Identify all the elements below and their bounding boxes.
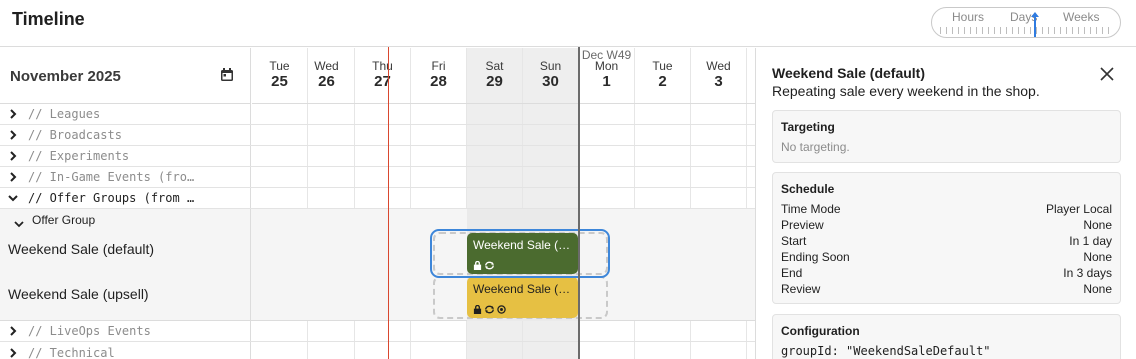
day-name: Tue	[652, 59, 673, 73]
details-panel: Weekend Sale (default) Repeating sale ev…	[755, 48, 1136, 359]
day-number: 30	[542, 73, 559, 90]
group-label: // Broadcasts	[0, 125, 251, 145]
target-icon	[497, 305, 506, 314]
details-description: Repeating sale every weekend in the shop…	[772, 83, 1040, 99]
schedule-label: Time Mode	[781, 202, 841, 216]
month-label: November 2025	[10, 68, 121, 85]
chevron-right-icon[interactable]	[8, 151, 18, 161]
schedule-label: Start	[781, 234, 807, 248]
offer-group-title: Offer Group	[32, 213, 96, 227]
schedule-value: None	[1083, 218, 1112, 232]
schedule-label: End	[781, 266, 803, 280]
chevron-right-icon[interactable]	[8, 109, 18, 119]
chevron-down-icon[interactable]	[14, 219, 24, 229]
group-label: // Leagues	[0, 104, 251, 124]
item-label-upsell[interactable]: Weekend Sale (upsell)	[8, 286, 149, 302]
offer-block-title: Weekend Sale (…	[473, 282, 571, 296]
targeting-empty-text: No targeting.	[781, 140, 850, 154]
zoom-slider[interactable]: Hours Days Weeks	[931, 7, 1121, 38]
repeat-icon	[485, 305, 494, 314]
group-title: // Experiments	[28, 149, 130, 163]
zoom-option-hours[interactable]: Hours	[952, 10, 984, 24]
group-title: // Offer Groups (from …	[28, 191, 195, 205]
day-number: 3	[714, 73, 723, 90]
day-number: 28	[430, 73, 447, 90]
week-boundary-line	[578, 47, 580, 359]
day-name: Sun	[539, 59, 562, 73]
offer-group-labels: Offer Group Weekend Sale (default) Weeke…	[0, 209, 251, 320]
schedule-label: Review	[781, 282, 821, 296]
day-name: Sat	[485, 59, 504, 73]
day-name: Wed	[706, 59, 731, 73]
group-title: // Broadcasts	[28, 128, 122, 142]
day-name: Thu	[372, 59, 393, 73]
group-title: // LiveOps Events	[28, 324, 151, 338]
zoom-option-weeks[interactable]: Weeks	[1063, 10, 1099, 24]
offer-group-section: Offer Group Weekend Sale (default) Weeke…	[0, 209, 755, 321]
group-title: // In-Game Events (fro…	[28, 170, 195, 184]
schedule-value: None	[1083, 282, 1112, 296]
day-number: 2	[658, 73, 667, 90]
group-label: // In-Game Events (fro…	[0, 167, 251, 187]
group-row-leagues[interactable]: // Leagues	[0, 104, 755, 125]
group-row-experiments[interactable]: // Experiments	[0, 146, 755, 167]
group-row-offer-groups[interactable]: // Offer Groups (from …	[0, 188, 755, 209]
chevron-right-icon[interactable]	[8, 347, 18, 358]
card-title: Configuration	[781, 324, 860, 338]
zoom-handle[interactable]	[1031, 12, 1039, 37]
schedule-value: None	[1083, 250, 1112, 264]
group-row-broadcasts[interactable]: // Broadcasts	[0, 125, 755, 146]
selection-outline	[430, 229, 610, 278]
day-number: 1	[602, 73, 611, 90]
config-line: groupId: "WeekendSaleDefault"	[781, 344, 991, 358]
calendar-icon[interactable]	[220, 68, 234, 82]
schedule-value: In 3 days	[1063, 266, 1112, 280]
group-label: // Technical	[0, 342, 251, 359]
schedule-value: Player Local	[1045, 202, 1112, 216]
day-number: 29	[486, 73, 503, 90]
targeting-card: Targeting No targeting.	[772, 110, 1121, 163]
configuration-card: Configuration groupId: "WeekendSaleDefau…	[772, 314, 1121, 359]
day-name: Wed	[314, 59, 339, 73]
group-label: // Offer Groups (from …	[0, 188, 251, 208]
group-title: // Leagues	[28, 107, 101, 121]
close-icon[interactable]	[1099, 66, 1115, 82]
card-title: Schedule	[781, 182, 835, 196]
item-label-default[interactable]: Weekend Sale (default)	[8, 241, 154, 257]
group-row-ingame-events[interactable]: // In-Game Events (fro…	[0, 167, 755, 188]
day-name: Mon	[594, 59, 619, 73]
group-label: // LiveOps Events	[0, 321, 251, 341]
chevron-right-icon[interactable]	[8, 172, 18, 182]
details-title: Weekend Sale (default)	[772, 65, 926, 81]
chevron-down-icon[interactable]	[8, 193, 18, 203]
schedule-label: Preview	[781, 218, 824, 232]
timeline-left-header: November 2025	[0, 48, 251, 104]
schedule-card: Schedule Time Mode Player Local Preview …	[772, 172, 1121, 304]
page-title: Timeline	[12, 9, 85, 29]
chevron-right-icon[interactable]	[8, 326, 18, 336]
schedule-label: Ending Soon	[781, 250, 850, 264]
group-row-liveops-events[interactable]: // LiveOps Events	[0, 321, 755, 342]
chevron-right-icon[interactable]	[8, 130, 18, 140]
zoom-ticks	[940, 27, 1112, 34]
group-row-technical[interactable]: // Technical	[0, 342, 755, 359]
card-title: Targeting	[781, 120, 835, 134]
offer-block-upsell[interactable]: Weekend Sale (…	[467, 277, 578, 318]
schedule-value: In 1 day	[1069, 234, 1112, 248]
group-label: // Experiments	[0, 146, 251, 166]
day-number: 27	[374, 73, 391, 90]
day-name: Fri	[431, 59, 446, 73]
lock-icon	[473, 305, 482, 314]
group-title: // Technical	[28, 345, 115, 359]
day-number: 26	[318, 73, 335, 90]
current-time-line	[388, 47, 389, 359]
top-bar: Timeline Hours Days Weeks	[0, 0, 1136, 47]
